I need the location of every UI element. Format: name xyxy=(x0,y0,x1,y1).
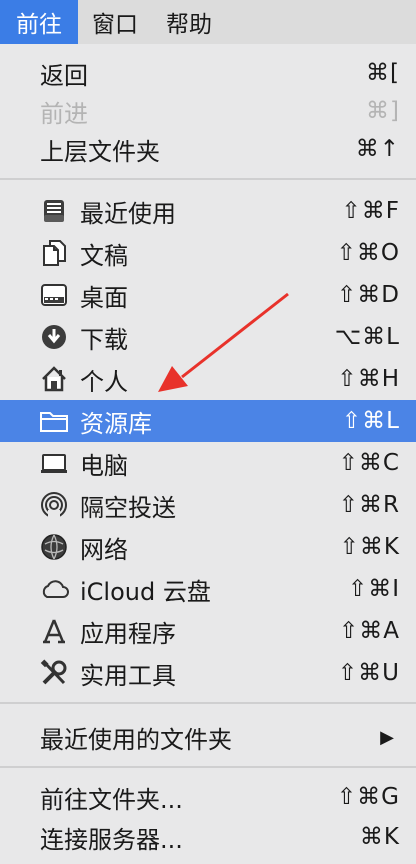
menu-item-label: 隔空投送 xyxy=(80,493,176,522)
recents-icon xyxy=(38,196,70,226)
menu-item-label: 电脑 xyxy=(80,451,128,480)
menu-item-shortcut: ⇧⌘I xyxy=(347,576,400,602)
desktop-icon xyxy=(38,280,70,310)
menu-item-label: 返回 xyxy=(40,61,88,90)
menu-item-label: 资源库 xyxy=(80,409,152,438)
menu-item-shortcut: ⇧⌘H xyxy=(337,366,400,392)
menu-item-downloads[interactable]: 下载 ⌥⌘L xyxy=(0,316,416,358)
applications-icon xyxy=(38,616,70,646)
menu-item-shortcut: ⇧⌘D xyxy=(337,282,400,308)
menu-item-label: 上层文件夹 xyxy=(40,137,160,166)
documents-icon xyxy=(38,238,70,268)
menu-item-label: 连接服务器... xyxy=(40,825,183,854)
menu-item-library[interactable]: 资源库 ⇧⌘L xyxy=(0,400,416,442)
menu-item-shortcut: ⌘[ xyxy=(366,60,400,86)
menu-item-label: 文稿 xyxy=(80,241,128,270)
menu-item-shortcut: ⇧⌘G xyxy=(336,784,400,810)
menu-item-shortcut: ⇧⌘L xyxy=(341,408,400,434)
menu-item-applications[interactable]: 应用程序 ⇧⌘A xyxy=(0,610,416,652)
menu-item-label: 最近使用 xyxy=(80,199,176,228)
utilities-icon xyxy=(38,658,70,688)
menubar-go[interactable]: 前往 xyxy=(0,0,78,44)
menu-item-recent-folders[interactable]: 最近使用的文件夹 ▶ xyxy=(0,716,416,758)
menu-item-shortcut: ⇧⌘C xyxy=(338,450,400,476)
icloud-icon xyxy=(38,574,70,604)
menu-item-shortcut: ⇧⌘U xyxy=(337,660,400,686)
menu-item-label: 网络 xyxy=(80,535,128,564)
menu-item-label: 前往文件夹... xyxy=(40,785,183,814)
menu-item-connect-to-server[interactable]: 连接服务器... ⌘K xyxy=(0,816,416,858)
menu-item-desktop[interactable]: 桌面 ⇧⌘D xyxy=(0,274,416,316)
menu-item-label: 下载 xyxy=(80,325,128,354)
home-icon xyxy=(38,364,70,394)
menu-item-shortcut: ⌘] xyxy=(366,98,400,124)
folder-icon xyxy=(38,406,70,436)
menu-item-shortcut: ⇧⌘R xyxy=(338,492,400,518)
menu-item-utilities[interactable]: 实用工具 ⇧⌘U xyxy=(0,652,416,694)
menu-item-shortcut: ⌘K xyxy=(359,824,400,850)
menu-item-shortcut: ⌥⌘L xyxy=(334,324,400,350)
computer-icon xyxy=(38,448,70,478)
menubar-help[interactable]: 帮助 xyxy=(152,0,226,44)
menu-item-label: 前进 xyxy=(40,99,88,128)
airdrop-icon xyxy=(38,490,70,520)
menu-separator xyxy=(0,178,416,180)
menu-item-airdrop[interactable]: 隔空投送 ⇧⌘R xyxy=(0,484,416,526)
menu-bar: 前往 窗口 帮助 xyxy=(0,0,416,45)
menu-item-label: 实用工具 xyxy=(80,661,176,690)
menu-item-shortcut: ⌘↑ xyxy=(355,136,400,162)
menu-item-icloud-drive[interactable]: iCloud 云盘 ⇧⌘I xyxy=(0,568,416,610)
menu-item-go-to-folder[interactable]: 前往文件夹... ⇧⌘G xyxy=(0,776,416,818)
menubar-window[interactable]: 窗口 xyxy=(78,0,152,44)
menu-item-shortcut: ⇧⌘F xyxy=(341,198,400,224)
menu-item-forward: 前进 ⌘] xyxy=(0,90,416,132)
menu-item-label: iCloud 云盘 xyxy=(80,577,211,606)
downloads-icon xyxy=(38,322,70,352)
menu-item-label: 桌面 xyxy=(80,283,128,312)
menu-item-shortcut: ⇧⌘K xyxy=(339,534,400,560)
menu-item-documents[interactable]: 文稿 ⇧⌘O xyxy=(0,232,416,274)
menu-separator xyxy=(0,702,416,704)
menu-item-label: 应用程序 xyxy=(80,619,176,648)
submenu-arrow-icon: ▶ xyxy=(380,726,394,748)
go-menu-dropdown: 返回 ⌘[ 前进 ⌘] 上层文件夹 ⌘↑ 最近使用 ⇧⌘F 文稿 ⇧⌘O 桌面 … xyxy=(0,44,416,864)
menu-item-network[interactable]: 网络 ⇧⌘K xyxy=(0,526,416,568)
menu-item-label: 个人 xyxy=(80,367,128,396)
menu-item-recents[interactable]: 最近使用 ⇧⌘F xyxy=(0,190,416,232)
menu-item-computer[interactable]: 电脑 ⇧⌘C xyxy=(0,442,416,484)
menu-item-home[interactable]: 个人 ⇧⌘H xyxy=(0,358,416,400)
menu-item-back[interactable]: 返回 ⌘[ xyxy=(0,52,416,94)
network-icon xyxy=(38,532,70,562)
menu-item-label: 最近使用的文件夹 xyxy=(40,725,232,754)
menu-item-enclosing-folder[interactable]: 上层文件夹 ⌘↑ xyxy=(0,128,416,170)
menu-separator xyxy=(0,766,416,768)
menu-item-shortcut: ⇧⌘O xyxy=(336,240,400,266)
menu-item-shortcut: ⇧⌘A xyxy=(338,618,400,644)
